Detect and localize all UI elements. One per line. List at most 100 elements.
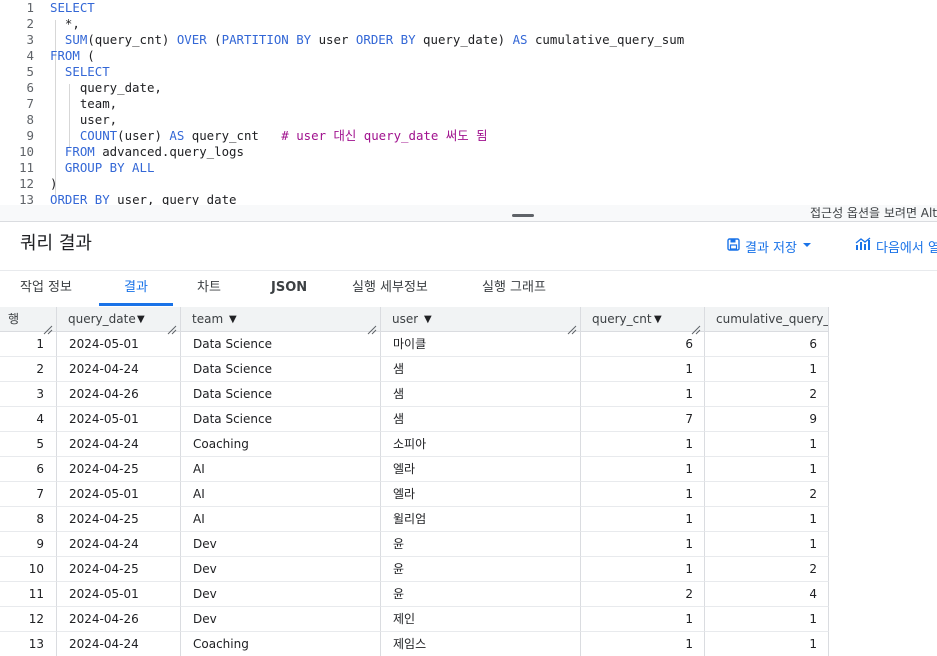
query-cnt-cell[interactable]: 1 [581, 507, 705, 532]
cumulative-query-sum-cell[interactable]: 2 [705, 557, 829, 582]
tab-job-info[interactable]: 작업 정보 [20, 271, 72, 307]
team-cell[interactable]: AI [181, 482, 381, 507]
table-row[interactable]: 5 2024-04-24 Coaching 소피아 1 1 [0, 432, 829, 457]
code-line[interactable]: 10 FROM advanced.query_logs [0, 144, 937, 160]
column-resize-icon[interactable] [691, 319, 701, 335]
editor-results-divider[interactable] [0, 205, 937, 222]
table-row[interactable]: 11 2024-05-01 Dev 윤 2 4 [0, 582, 829, 607]
team-cell[interactable]: Data Science [181, 407, 381, 432]
row-number-cell[interactable]: 1 [0, 332, 57, 357]
tab-execution-graph[interactable]: 실행 그래프 [482, 271, 546, 307]
team-cell[interactable]: Data Science [181, 382, 381, 407]
column-resize-icon[interactable] [367, 319, 377, 335]
row-number-cell[interactable]: 8 [0, 507, 57, 532]
team-cell[interactable]: Data Science [181, 332, 381, 357]
query-cnt-cell[interactable]: 6 [581, 332, 705, 357]
column-resize-icon[interactable] [167, 319, 177, 335]
row-number-cell[interactable]: 13 [0, 632, 57, 656]
cumulative-query-sum-cell[interactable]: 1 [705, 632, 829, 656]
user-cell[interactable]: 윌리엄 [381, 507, 581, 532]
user-cell[interactable]: 엘라 [381, 457, 581, 482]
cumulative-query-sum-cell[interactable]: 1 [705, 607, 829, 632]
row-number-cell[interactable]: 3 [0, 382, 57, 407]
cumulative-query-sum-cell[interactable]: 2 [705, 482, 829, 507]
query-date-cell[interactable]: 2024-04-24 [57, 432, 181, 457]
code-line[interactable]: 13 ORDER BY user, query_date [0, 192, 937, 205]
code-line[interactable]: 4 FROM ( [0, 48, 937, 64]
table-row[interactable]: 8 2024-04-25 AI 윌리엄 1 1 [0, 507, 829, 532]
team-cell[interactable]: Coaching [181, 632, 381, 656]
team-cell[interactable]: Data Science [181, 357, 381, 382]
cumulative-query-sum-cell[interactable]: 2 [705, 382, 829, 407]
query-date-cell[interactable]: 2024-05-01 [57, 482, 181, 507]
user-cell[interactable]: 샘 [381, 357, 581, 382]
query-cnt-cell[interactable]: 1 [581, 357, 705, 382]
query-date-cell[interactable]: 2024-04-24 [57, 632, 181, 656]
open-in-button[interactable]: 다음에서 열 [855, 236, 937, 256]
user-cell[interactable]: 소피아 [381, 432, 581, 457]
query-date-cell[interactable]: 2024-04-25 [57, 557, 181, 582]
row-number-cell[interactable]: 5 [0, 432, 57, 457]
sort-icon[interactable]: ▼ [654, 307, 662, 332]
column-header-query-cnt[interactable]: query_cnt ▼ [581, 307, 705, 335]
code-line[interactable]: 6 query_date, [0, 80, 937, 96]
row-number-cell[interactable]: 7 [0, 482, 57, 507]
sort-icon[interactable]: ▼ [424, 307, 432, 332]
column-resize-icon[interactable] [567, 319, 577, 335]
user-cell[interactable]: 윤 [381, 582, 581, 607]
user-cell[interactable]: 샘 [381, 407, 581, 432]
user-cell[interactable]: 윤 [381, 532, 581, 557]
query-cnt-cell[interactable]: 1 [581, 607, 705, 632]
column-header-user[interactable]: user ▼ [381, 307, 581, 335]
sql-editor[interactable]: 1 SELECT 2 *, 3 SUM(query_cnt) OVER (PARTIT… [0, 0, 937, 205]
team-cell[interactable]: Dev [181, 607, 381, 632]
code-line[interactable]: 12) [0, 176, 937, 192]
code-line[interactable]: 5 SELECT [0, 64, 937, 80]
user-cell[interactable]: 제임스 [381, 632, 581, 656]
cumulative-query-sum-cell[interactable]: 6 [705, 332, 829, 357]
sort-icon[interactable]: ▼ [229, 307, 237, 332]
table-row[interactable]: 4 2024-05-01 Data Science 샘 7 9 [0, 407, 829, 432]
team-cell[interactable]: Dev [181, 582, 381, 607]
query-date-cell[interactable]: 2024-04-24 [57, 357, 181, 382]
tab-execution-details[interactable]: 실행 세부정보 [352, 271, 428, 307]
save-results-button[interactable]: 결과 저장 [727, 236, 812, 256]
table-row[interactable]: 12 2024-04-26 Dev 제인 1 1 [0, 607, 829, 632]
table-row[interactable]: 13 2024-04-24 Coaching 제임스 1 1 [0, 632, 829, 656]
query-date-cell[interactable]: 2024-05-01 [57, 582, 181, 607]
code-line[interactable]: 3 SUM(query_cnt) OVER (PARTITION BY user… [0, 32, 937, 48]
team-cell[interactable]: AI [181, 457, 381, 482]
code-line[interactable]: 9 COUNT(user) AS query_cnt # user 대신 que… [0, 128, 937, 144]
row-number-cell[interactable]: 12 [0, 607, 57, 632]
column-header-cumulative-query-sum[interactable]: cumulative_query_sum [705, 307, 829, 332]
query-cnt-cell[interactable]: 1 [581, 482, 705, 507]
table-row[interactable]: 2 2024-04-24 Data Science 샘 1 1 [0, 357, 829, 382]
table-row[interactable]: 9 2024-04-24 Dev 윤 1 1 [0, 532, 829, 557]
cumulative-query-sum-cell[interactable]: 1 [705, 357, 829, 382]
team-cell[interactable]: AI [181, 507, 381, 532]
column-header-team[interactable]: team ▼ [181, 307, 381, 335]
query-date-cell[interactable]: 2024-05-01 [57, 332, 181, 357]
query-date-cell[interactable]: 2024-04-26 [57, 382, 181, 407]
code-line[interactable]: 2 *, [0, 16, 937, 32]
row-number-cell[interactable]: 6 [0, 457, 57, 482]
tab-json[interactable]: JSON [271, 271, 307, 307]
query-cnt-cell[interactable]: 1 [581, 557, 705, 582]
query-date-cell[interactable]: 2024-04-25 [57, 457, 181, 482]
user-cell[interactable]: 마이클 [381, 332, 581, 357]
user-cell[interactable]: 윤 [381, 557, 581, 582]
query-cnt-cell[interactable]: 1 [581, 532, 705, 557]
query-cnt-cell[interactable]: 1 [581, 382, 705, 407]
team-cell[interactable]: Dev [181, 532, 381, 557]
user-cell[interactable]: 제인 [381, 607, 581, 632]
cumulative-query-sum-cell[interactable]: 4 [705, 582, 829, 607]
table-row[interactable]: 7 2024-05-01 AI 엘라 1 2 [0, 482, 829, 507]
cumulative-query-sum-cell[interactable]: 9 [705, 407, 829, 432]
query-date-cell[interactable]: 2024-05-01 [57, 407, 181, 432]
table-row[interactable]: 10 2024-04-25 Dev 윤 1 2 [0, 557, 829, 582]
team-cell[interactable]: Dev [181, 557, 381, 582]
table-row[interactable]: 3 2024-04-26 Data Science 샘 1 2 [0, 382, 829, 407]
query-date-cell[interactable]: 2024-04-26 [57, 607, 181, 632]
cumulative-query-sum-cell[interactable]: 1 [705, 457, 829, 482]
code-line[interactable]: 8 user, [0, 112, 937, 128]
